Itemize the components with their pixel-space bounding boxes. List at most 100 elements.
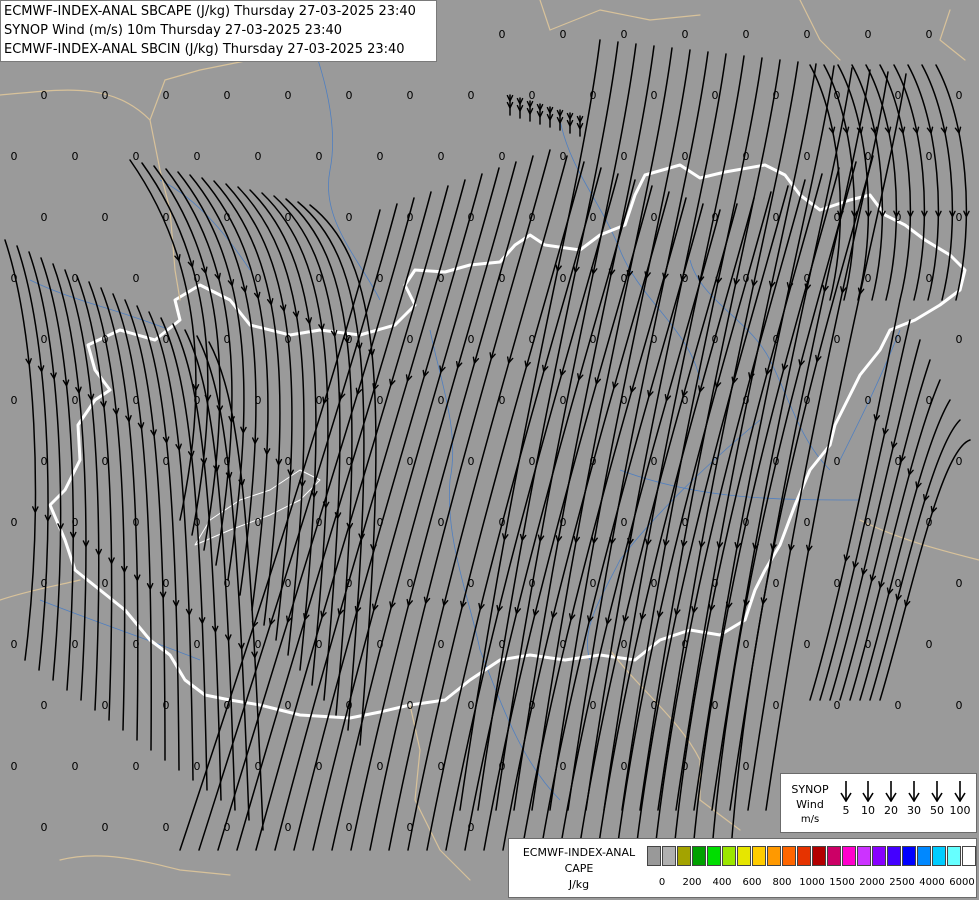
cin-value: 0	[560, 516, 567, 529]
cin-value: 0	[407, 89, 414, 102]
cin-value: 0	[560, 272, 567, 285]
cin-value: 0	[377, 638, 384, 651]
streamline	[225, 183, 293, 641]
cin-value: 0	[468, 333, 475, 346]
rivers	[29, 9, 901, 801]
cin-value: 0	[255, 760, 262, 773]
cin-value: 0	[255, 516, 262, 529]
cin-value: 0	[285, 211, 292, 224]
cin-value: 0	[804, 272, 811, 285]
cin-value: 0	[529, 455, 536, 468]
cin-value: 0	[895, 699, 902, 712]
cin-value: 0	[346, 455, 353, 468]
cin-value: 0	[468, 211, 475, 224]
cin-value: 0	[743, 394, 750, 407]
cape-color-swatch	[647, 846, 661, 866]
cin-value: 0	[834, 333, 841, 346]
header-sbcin: ECMWF-INDEX-ANAL SBCIN (J/kg) Thursday 2…	[4, 42, 405, 57]
cin-value: 0	[316, 760, 323, 773]
cin-value: 0	[712, 211, 719, 224]
wind-legend-title: SYNOP Wind m/s	[787, 782, 833, 827]
cin-value: 0	[224, 333, 231, 346]
cin-value: 0	[102, 211, 109, 224]
cape-legend-title: ECMWF-INDEX-ANAL CAPE J/kg	[513, 845, 645, 893]
cin-value: 0	[682, 394, 689, 407]
wind-speed-30: 30	[907, 804, 921, 817]
cin-value: 0	[773, 455, 780, 468]
cin-value: 0	[712, 333, 719, 346]
wind-legend-title-3: m/s	[800, 814, 820, 825]
wind-speed-20: 20	[884, 804, 898, 817]
cin-value: 0	[102, 455, 109, 468]
cin-value: 0	[621, 760, 628, 773]
cape-scale-ticks: 0 200 400 600 800 1000 1500 2000 2500 4000 6000	[647, 876, 977, 890]
cin-value: 0	[163, 699, 170, 712]
cin-value: 0	[743, 516, 750, 529]
cin-value: 0	[590, 333, 597, 346]
cin-value: 0	[316, 150, 323, 163]
cin-value: 0	[346, 211, 353, 224]
cin-value: 0	[11, 150, 18, 163]
cin-value: 0	[133, 638, 140, 651]
cin-value: 0	[499, 272, 506, 285]
cape-color-swatch	[752, 846, 766, 866]
streamline	[261, 192, 329, 686]
cin-value: 0	[72, 516, 79, 529]
cin-value: 0	[102, 699, 109, 712]
cin-value: 0	[72, 272, 79, 285]
cin-value: 0	[560, 28, 567, 41]
cape-tick-label: 600	[742, 877, 762, 888]
cape-color-swatch	[662, 846, 676, 866]
streamline	[160, 317, 208, 791]
cin-value: 0	[224, 821, 231, 834]
wind-speed-item: 100	[949, 780, 971, 818]
streamline	[654, 179, 806, 851]
cin-value: 0	[529, 89, 536, 102]
cin-value: 0	[529, 333, 536, 346]
wind-speed-item: 20	[880, 780, 902, 818]
cin-value: 0	[926, 516, 933, 529]
cin-value: 0	[133, 516, 140, 529]
cin-value: 0	[926, 638, 933, 651]
cin-value: 0	[133, 272, 140, 285]
cin-value: 0	[956, 699, 963, 712]
cin-value: 0	[499, 638, 506, 651]
streamline	[136, 305, 180, 771]
cin-value: 0	[133, 760, 140, 773]
cin-value: 0	[316, 394, 323, 407]
cin-value: 0	[712, 89, 719, 102]
cape-color-swatch	[782, 846, 796, 866]
cin-value: 0	[285, 455, 292, 468]
cin-value: 0	[956, 455, 963, 468]
wind-arrow-icon	[840, 781, 852, 802]
cin-value: 0	[255, 150, 262, 163]
cin-value: 0	[529, 699, 536, 712]
cin-value: 0	[682, 272, 689, 285]
cin-value: 0	[773, 699, 780, 712]
cin-value: 0	[102, 577, 109, 590]
cin-value: 0	[773, 333, 780, 346]
cin-value: 0	[407, 577, 414, 590]
cin-value: 0	[895, 577, 902, 590]
streamline	[100, 287, 139, 741]
cin-value: 0	[499, 150, 506, 163]
cin-value: 0	[804, 150, 811, 163]
wind-speed-10: 10	[861, 804, 875, 817]
cin-value: 0	[316, 638, 323, 651]
cin-value: 0	[194, 760, 201, 773]
map-header: ECMWF-INDEX-ANAL SBCAPE (J/kg) Thursday …	[0, 0, 437, 62]
cape-color-swatch	[707, 846, 721, 866]
cin-value: 0	[621, 516, 628, 529]
streamline	[236, 191, 432, 851]
cin-value: 0	[926, 28, 933, 41]
cin-value: 0	[682, 150, 689, 163]
cin-value: 0	[621, 150, 628, 163]
cin-value: 0	[346, 333, 353, 346]
cin-value: 0	[41, 577, 48, 590]
cin-value: 0	[956, 577, 963, 590]
cin-value: 0	[377, 150, 384, 163]
cin-value: 0	[926, 150, 933, 163]
cin-value: 0	[285, 333, 292, 346]
cape-color-swatch	[917, 846, 931, 866]
cin-value: 0	[438, 516, 445, 529]
